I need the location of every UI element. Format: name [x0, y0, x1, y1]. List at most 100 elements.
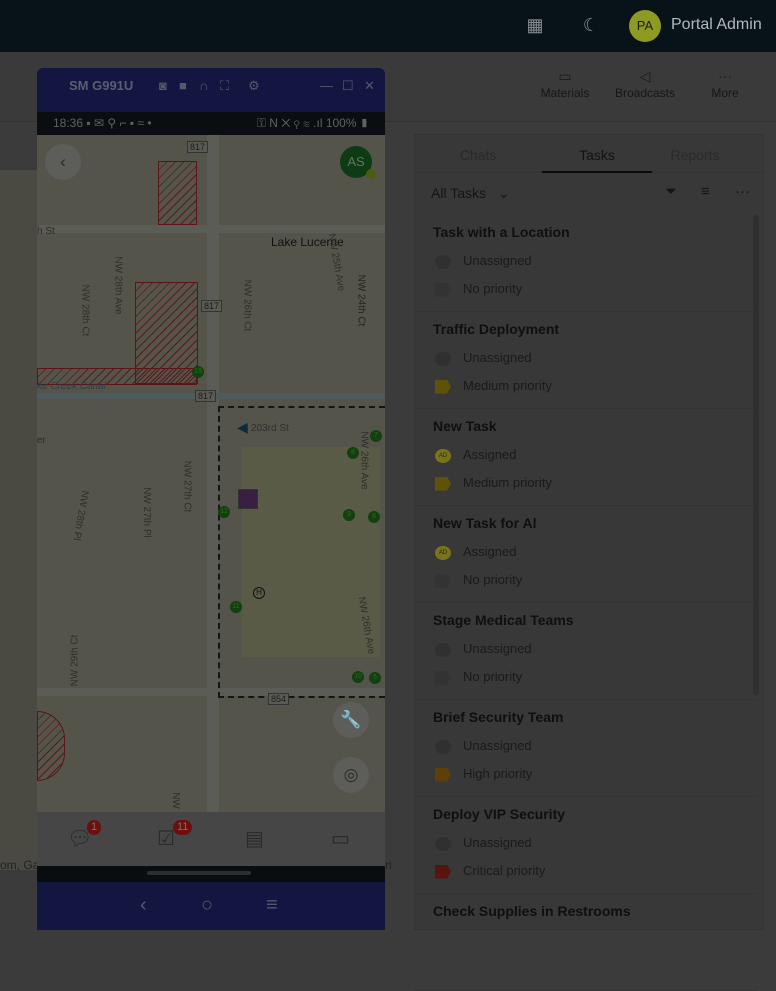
notification-icons: ▪ ✉ ⚲ ⌐ ▪ ≈ • [86, 116, 152, 130]
task-priority: No priority [463, 669, 523, 684]
task-priority: No priority [463, 281, 523, 296]
task-assignment: Assigned [463, 544, 517, 559]
close-icon[interactable]: ✕ [364, 78, 375, 94]
tab-tasks[interactable]: Tasks [542, 147, 652, 173]
materials-button[interactable]: ▭ Materials [525, 68, 605, 100]
map-marker[interactable]: 11 [230, 601, 242, 613]
maximize-icon[interactable]: ☐ [342, 78, 354, 94]
task-item[interactable]: Brief Security Team Unassigned High prio… [415, 700, 757, 797]
tab-reports[interactable]: Reports [640, 147, 750, 163]
filter-icon[interactable]: ⏷ [665, 183, 677, 200]
canal-label: ke Creek Canal [37, 381, 106, 392]
battery-icon: ▮ [356, 116, 369, 130]
map-marker[interactable]: 10 [352, 671, 364, 683]
priority-icon [435, 282, 451, 297]
priority-icon [435, 767, 451, 782]
fullscreen-icon[interactable]: ⛶ [220, 78, 229, 94]
map-view[interactable]: Lake Lucerne h St NW 28th Ct NW 28th Ave… [37, 135, 385, 812]
top-bar: ▦ ☾ PA Portal Admin [0, 0, 776, 52]
tab-chats[interactable]: Chats [423, 147, 533, 163]
task-assignment: Assigned [463, 447, 517, 462]
priority-icon [435, 573, 451, 588]
map-marker[interactable]: 8 [347, 447, 359, 459]
materials-label: Materials [540, 86, 590, 100]
android-back-icon[interactable]: ‹ [140, 894, 147, 917]
map-marker[interactable]: 5 [369, 672, 381, 684]
task-priority: No priority [463, 572, 523, 587]
priority-icon [435, 379, 451, 394]
task-item[interactable]: Check Supplies in Restrooms [415, 894, 757, 991]
task-assignment: Unassigned [463, 835, 532, 850]
locate-icon[interactable]: ◎ [333, 757, 369, 793]
route-shield: 817 [187, 141, 209, 153]
android-home-icon[interactable]: ○ [201, 894, 213, 917]
street-label: NW 24th Ct [355, 274, 367, 327]
folder-nav-icon[interactable]: ▭ [331, 826, 350, 851]
task-item[interactable]: Deploy VIP Security Unassigned Critical … [415, 797, 757, 894]
sort-icon[interactable]: ≡ [701, 183, 710, 200]
tab-bar: Chats Tasks Reports [415, 135, 765, 173]
task-item[interactable]: New Task for Al AD Assigned No priority [415, 506, 757, 603]
task-item[interactable]: Stage Medical Teams Unassigned No priori… [415, 603, 757, 700]
user-name[interactable]: Portal Admin [671, 16, 762, 34]
device-name: SM G991U [69, 78, 134, 93]
back-button[interactable]: ‹ [45, 144, 81, 180]
task-assignment: Unassigned [463, 641, 532, 656]
reports-nav-icon[interactable]: ▤ [245, 826, 264, 851]
video-icon[interactable]: ■ [179, 78, 187, 93]
tasks-nav-icon[interactable]: ☑ [157, 826, 175, 851]
moon-icon[interactable]: ☾ [580, 14, 602, 36]
map-attribution: om, Ga [0, 858, 40, 872]
megaphone-icon: ◁ [639, 68, 651, 84]
task-item[interactable]: Traffic Deployment Unassigned Medium pri… [415, 312, 757, 409]
task-title: Deploy VIP Security [433, 806, 566, 822]
street-label: NW [169, 792, 181, 809]
broadcasts-button[interactable]: ◁ Broadcasts [605, 68, 685, 100]
helipad-icon[interactable]: H [253, 587, 265, 599]
map-marker[interactable]: 6 [368, 511, 380, 523]
background-map[interactable] [0, 170, 40, 870]
task-title: Traffic Deployment [433, 321, 560, 337]
settings-icon[interactable]: ⚙ [248, 78, 260, 94]
headphones-icon[interactable]: ∩ [199, 78, 208, 93]
map-marker[interactable]: 7 [370, 430, 382, 442]
task-list: Task with a Location Unassigned No prior… [415, 215, 757, 991]
priority-icon [435, 864, 451, 879]
task-item[interactable]: Task with a Location Unassigned No prior… [415, 215, 757, 312]
battery-level: 100% [325, 116, 357, 130]
location-arrow-icon: ◀ [237, 419, 248, 435]
user-avatar[interactable]: PA [629, 10, 661, 42]
street-label: NW 28th Ave [112, 256, 124, 315]
online-status-icon [366, 169, 376, 179]
task-filter-dropdown[interactable]: All Tasks ⌄ [431, 185, 510, 202]
priority-icon [435, 476, 451, 491]
street-label: h St [37, 226, 55, 237]
system-icons: ⚿ N ✕ ⚲ ≋ .ıl [256, 116, 326, 130]
android-recents-icon[interactable]: ≡ [266, 894, 278, 917]
qr-code-icon[interactable]: ▦ [524, 14, 546, 36]
street-label: NW 28th Ct [79, 284, 91, 337]
more-button[interactable]: ··· More [685, 68, 765, 100]
filter-row: All Tasks ⌄ ⏷ ≡ ··· [415, 173, 765, 213]
square-marker[interactable] [238, 489, 258, 509]
minimize-icon[interactable]: — [320, 78, 333, 93]
map-marker[interactable]: 19 [192, 366, 204, 378]
more-options-icon[interactable]: ··· [735, 183, 750, 200]
assignee-avatar: AD [435, 448, 451, 463]
wrench-icon[interactable]: 🔧 [333, 702, 369, 738]
map-marker[interactable]: 9 [343, 509, 355, 521]
task-priority: Medium priority [463, 475, 552, 490]
scrollbar[interactable] [753, 215, 759, 695]
camera-icon[interactable]: ◙ [159, 78, 167, 93]
task-title: New Task [433, 418, 497, 434]
task-title: Task with a Location [433, 224, 570, 240]
more-icon: ··· [718, 68, 732, 84]
task-item[interactable]: New Task AD Assigned Medium priority [415, 409, 757, 506]
person-icon [435, 739, 451, 754]
route-shield: 854 [268, 693, 290, 705]
task-priority: Critical priority [463, 863, 546, 878]
person-icon [435, 836, 451, 851]
map-marker[interactable]: 12 [218, 506, 230, 518]
assignee-avatar: AD [435, 545, 451, 560]
task-title: Check Supplies in Restrooms [433, 903, 631, 919]
